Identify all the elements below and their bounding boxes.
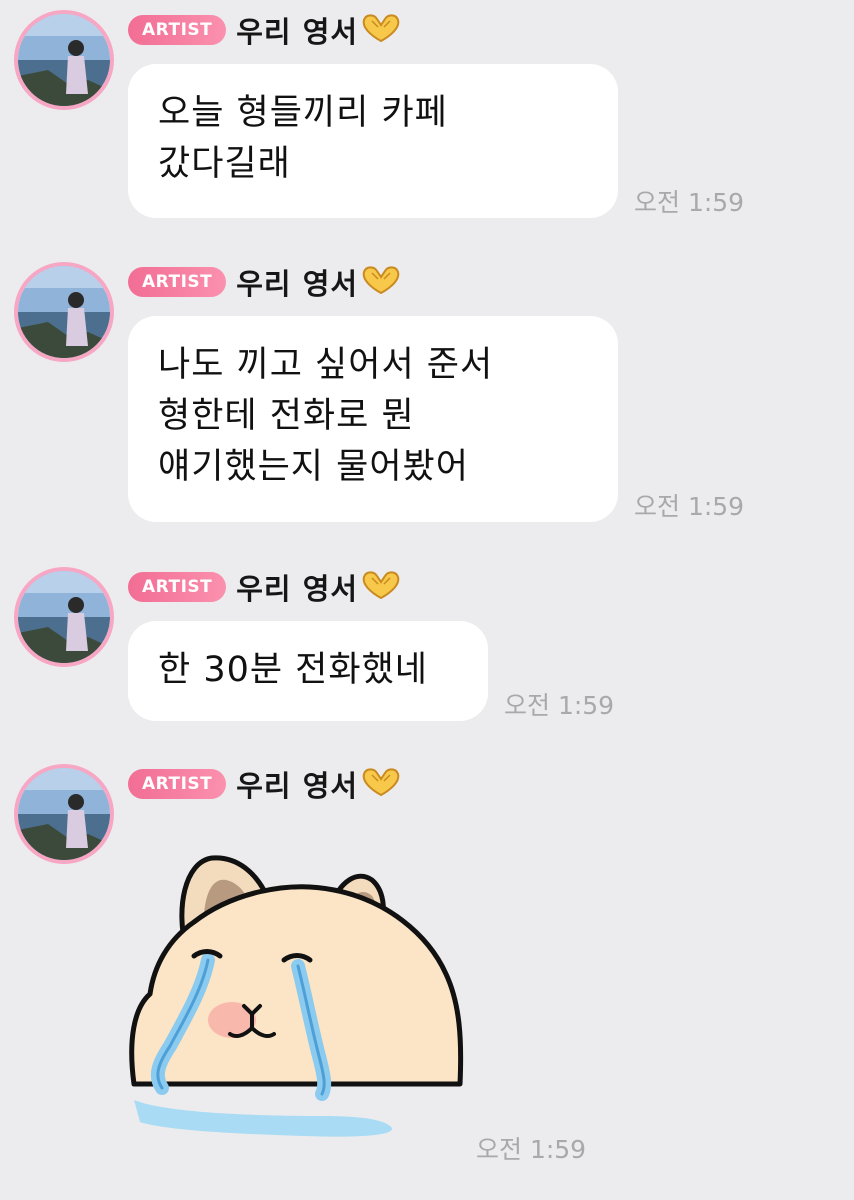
sender-name: 우리 영서 bbox=[236, 15, 359, 49]
sender-name: 우리 영서 bbox=[236, 267, 359, 301]
message-text-line: 오늘 형들끼리 카페 bbox=[158, 93, 448, 133]
message-header: ARTIST 우리 영서 bbox=[128, 265, 402, 301]
message-text-line: 나도 끼고 싶어서 준서 bbox=[158, 345, 494, 385]
avatar[interactable] bbox=[14, 10, 114, 110]
message-bubble[interactable]: 나도 끼고 싶어서 준서 형한테 전화로 뭔 얘기했는지 물어봤어 bbox=[128, 316, 618, 522]
artist-badge: ARTIST bbox=[128, 15, 227, 45]
avatar-photo bbox=[18, 266, 110, 358]
avatar[interactable] bbox=[14, 262, 114, 362]
artist-badge: ARTIST bbox=[128, 267, 227, 297]
message-text-line: 얘기했는지 물어봤어 bbox=[158, 447, 469, 487]
avatar[interactable] bbox=[14, 764, 114, 864]
artist-badge: ARTIST bbox=[128, 769, 227, 799]
avatar-photo bbox=[18, 14, 110, 106]
message-bubble[interactable]: 한 30분 전화했네 bbox=[128, 621, 488, 721]
message-text-line: 갔다길래 bbox=[158, 144, 291, 184]
artist-badge: ARTIST bbox=[128, 572, 227, 602]
message-header: ARTIST 우리 영서 bbox=[128, 13, 402, 49]
sender-name: 우리 영서 bbox=[236, 572, 359, 606]
message-header: ARTIST 우리 영서 bbox=[128, 570, 402, 606]
message-text-line: 형한테 전화로 뭔 bbox=[158, 396, 415, 436]
message-time: 오전 1:59 bbox=[504, 691, 615, 720]
avatar-photo bbox=[18, 571, 110, 663]
heart-hands-icon bbox=[360, 767, 402, 801]
message-bubble[interactable]: 오늘 형들끼리 카페 갔다길래 bbox=[128, 64, 618, 218]
message-time: 오전 1:59 bbox=[634, 492, 745, 521]
heart-hands-icon bbox=[360, 265, 402, 299]
avatar-photo bbox=[18, 768, 110, 860]
message-text-line: 한 30분 전화했네 bbox=[158, 650, 428, 690]
heart-hands-icon bbox=[360, 570, 402, 604]
avatar[interactable] bbox=[14, 567, 114, 667]
heart-hands-icon bbox=[360, 13, 402, 47]
message-time: 오전 1:59 bbox=[634, 188, 745, 217]
sender-name: 우리 영서 bbox=[236, 769, 359, 803]
crying-capybara-sticker[interactable] bbox=[124, 850, 469, 1144]
message-time: 오전 1:59 bbox=[476, 1135, 587, 1164]
message-header: ARTIST 우리 영서 bbox=[128, 767, 402, 803]
